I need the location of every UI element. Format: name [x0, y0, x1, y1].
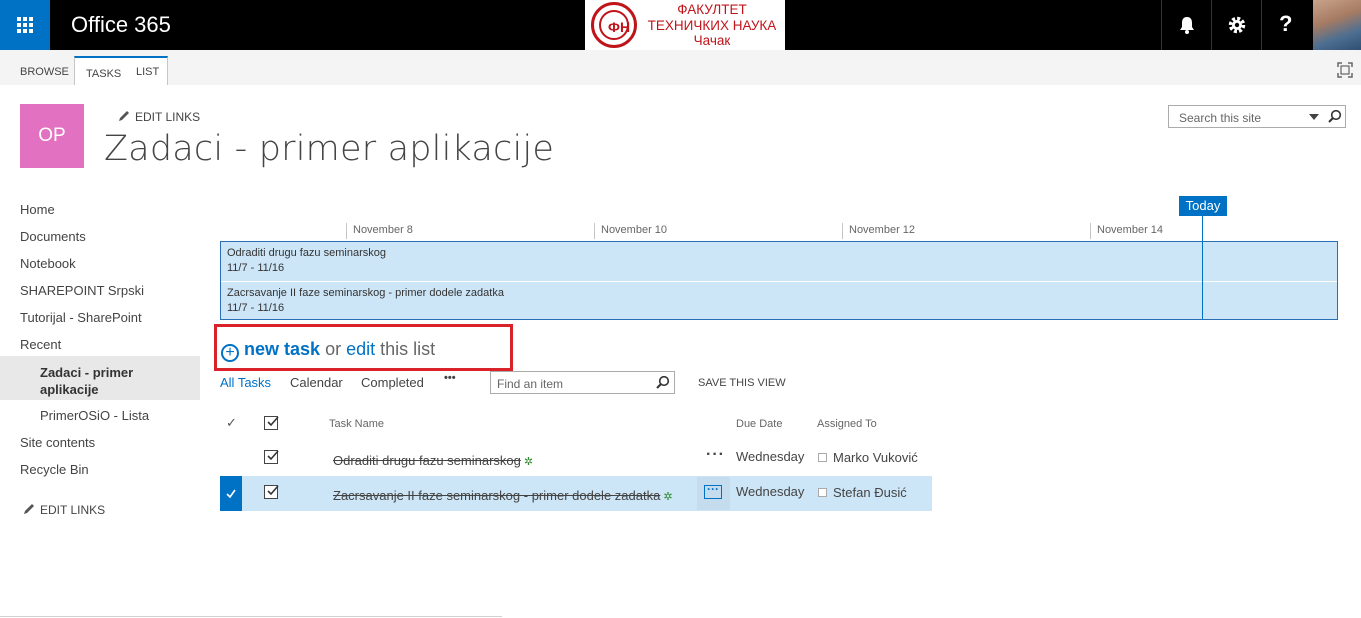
today-line: [1202, 216, 1203, 319]
checkmark-icon: [267, 450, 279, 461]
timeline-date: November 12: [842, 223, 915, 239]
nav-sharepoint-srpski[interactable]: SHAREPOINT Srpski: [20, 283, 144, 298]
tab-list[interactable]: LIST: [136, 56, 159, 85]
settings-button[interactable]: [1211, 0, 1261, 50]
timeline-task-name: Zacrsavanje II faze seminarskog - primer…: [227, 287, 504, 299]
find-item-input[interactable]: Find an item: [490, 371, 675, 394]
nav-home[interactable]: Home: [20, 202, 55, 217]
nav-recent-primerosio[interactable]: PrimerOSiO - Lista: [40, 408, 149, 423]
gear-icon: [1228, 16, 1246, 34]
ellipsis-icon: ···: [704, 483, 722, 499]
new-task-link[interactable]: new task: [244, 339, 320, 359]
waffle-icon: [17, 17, 33, 33]
nav-recent: Recent: [20, 337, 62, 352]
nav-notebook[interactable]: Notebook: [20, 256, 76, 271]
checkmark-icon: [267, 416, 279, 427]
focus-on-content-icon[interactable]: [1337, 62, 1353, 78]
view-all-tasks[interactable]: All Tasks: [220, 375, 271, 390]
timeline-date: November 10: [594, 223, 667, 239]
timeline-task-bar[interactable]: Odraditi drugu fazu seminarskog 11/7 - 1…: [221, 242, 1337, 281]
logo-line-1: ФАКУЛТЕТ: [677, 2, 747, 17]
question-icon: ?: [1279, 11, 1293, 36]
timeline-task-name: Odraditi drugu fazu seminarskog: [227, 247, 386, 259]
search-site-input[interactable]: Search this site: [1168, 105, 1346, 128]
help-button[interactable]: ?: [1261, 0, 1311, 50]
tab-browse[interactable]: BROWSE: [12, 56, 76, 85]
search-icon[interactable]: [1327, 109, 1342, 124]
task-completed-checkbox[interactable]: [264, 485, 279, 499]
site-logo-tile[interactable]: OP: [20, 104, 84, 168]
task-name-link[interactable]: Odraditi drugu fazu seminarskog ✲: [333, 453, 533, 468]
checkmark-icon: [267, 485, 279, 496]
seal-icon: ФН: [591, 2, 637, 48]
nav-site-contents[interactable]: Site contents: [20, 435, 95, 450]
due-date-cell: Wednesday: [736, 484, 805, 499]
new-item-icon: ✲: [663, 491, 673, 503]
presence-icon: [818, 453, 827, 462]
timeline-bar-area: Odraditi drugu fazu seminarskog 11/7 - 1…: [220, 241, 1338, 320]
column-due-date[interactable]: Due Date: [736, 418, 782, 430]
presence-icon: [818, 488, 827, 497]
today-marker: Today: [1179, 196, 1227, 216]
avatar[interactable]: [1313, 0, 1361, 50]
view-completed[interactable]: Completed: [361, 375, 424, 390]
search-icon[interactable]: [655, 375, 670, 390]
item-menu-button[interactable]: ···: [697, 477, 730, 510]
column-assigned-to[interactable]: Assigned To: [817, 418, 877, 430]
edit-links-nav[interactable]: EDIT LINKS: [22, 502, 105, 517]
pencil-icon: [24, 504, 34, 514]
suite-bar: Office 365 ФН ФАКУЛТЕТ ТЕХНИЧКИХ НАУКА Ч…: [0, 0, 1361, 50]
nav-recycle-bin[interactable]: Recycle Bin: [20, 462, 89, 477]
bell-icon: [1180, 17, 1194, 34]
timeline-task-range: 11/7 - 11/16: [227, 262, 285, 274]
due-date-cell: Wednesday: [736, 449, 805, 464]
row-select-toggle[interactable]: [220, 476, 242, 511]
notifications-button[interactable]: [1161, 0, 1211, 50]
pencil-icon: [119, 111, 129, 121]
this-list-text: this list: [380, 339, 436, 359]
timeline-task-bar[interactable]: Zacrsavanje II faze seminarskog - primer…: [221, 281, 1337, 320]
assigned-to-cell[interactable]: Stefan Đusić: [818, 485, 907, 500]
checkmark-icon: [226, 489, 236, 499]
app-launcher-button[interactable]: [0, 0, 50, 50]
edit-links-top[interactable]: EDIT LINKS: [117, 109, 200, 124]
timeline-date: November 8: [346, 223, 413, 239]
save-view-button[interactable]: SAVE THIS VIEW: [698, 377, 786, 389]
view-calendar[interactable]: Calendar: [290, 375, 343, 390]
assigned-to-cell[interactable]: Marko Vuković: [818, 450, 918, 465]
timeline-date: November 14: [1090, 223, 1163, 239]
select-all-checkbox[interactable]: [264, 416, 279, 430]
column-task-name[interactable]: Task Name: [329, 418, 384, 430]
suite-title[interactable]: Office 365: [71, 12, 171, 38]
task-name-link[interactable]: Zacrsavanje II faze seminarskog - primer…: [333, 488, 673, 503]
page-title: Zadaci - primer aplikacije: [104, 129, 555, 169]
ribbon-tabs: BROWSE TASKS LIST: [0, 50, 1361, 85]
chevron-down-icon[interactable]: [1309, 114, 1319, 120]
item-menu-button[interactable]: ···: [706, 446, 725, 464]
divider: [0, 616, 502, 617]
new-item-icon: ✲: [523, 456, 534, 468]
task-completed-checkbox[interactable]: [264, 450, 279, 464]
select-column-check[interactable]: ✓: [226, 415, 237, 431]
logo-line-2: ТЕХНИЧКИХ НАУКА: [647, 17, 777, 33]
add-circle-icon[interactable]: +: [221, 344, 239, 362]
nav-documents[interactable]: Documents: [20, 229, 86, 244]
timeline-task-range: 11/7 - 11/16: [227, 302, 285, 314]
more-views-button[interactable]: •••: [444, 372, 456, 384]
nav-recent-zadaci[interactable]: Zadaci - primer aplikacije: [40, 364, 160, 398]
logo-line-3: Чачак: [693, 33, 731, 48]
faculty-logo: ФН ФАКУЛТЕТ ТЕХНИЧКИХ НАУКА Чачак: [585, 0, 785, 50]
edit-list-link[interactable]: edit: [346, 339, 375, 359]
nav-tutorijal[interactable]: Tutorijal - SharePoint: [20, 310, 142, 325]
or-text: or: [325, 339, 342, 359]
new-task-bar: + new task or edit this list: [221, 339, 435, 362]
